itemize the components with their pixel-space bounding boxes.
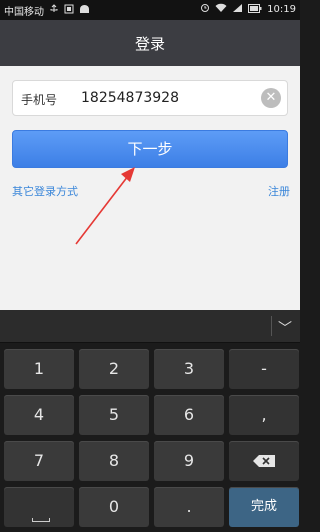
key-9[interactable]: 9: [154, 441, 224, 481]
alarm-icon: [200, 3, 210, 16]
status-bar: 中国移动 10:19: [0, 0, 300, 20]
key-4[interactable]: 4: [4, 395, 74, 435]
backspace-key[interactable]: [229, 441, 299, 481]
key-5[interactable]: 5: [79, 395, 149, 435]
toolbar-divider: [271, 316, 272, 336]
login-panel: 手机号 18254873928 ✕ 下一步 其它登录方式 注册: [0, 66, 300, 310]
signal-icon: [232, 3, 243, 16]
keyboard-toolbar: ﹀: [0, 310, 300, 343]
done-key[interactable]: 完成: [229, 487, 299, 527]
key-dot[interactable]: .: [154, 487, 224, 527]
key-0[interactable]: 0: [79, 487, 149, 527]
key-1[interactable]: 1: [4, 349, 74, 389]
usb-icon: [49, 4, 59, 17]
space-icon: [32, 518, 50, 522]
key-minus[interactable]: -: [229, 349, 299, 389]
key-7[interactable]: 7: [4, 441, 74, 481]
backspace-icon: [253, 455, 275, 467]
battery-icon: [248, 3, 262, 16]
annotation-arrow: [75, 167, 135, 245]
carrier-name: 中国移动: [4, 7, 44, 18]
space-key[interactable]: [4, 487, 74, 527]
message-icon: [64, 4, 74, 17]
key-comma[interactable]: ,: [229, 395, 299, 435]
key-3[interactable]: 3: [154, 349, 224, 389]
clock: 10:19: [267, 4, 296, 15]
android-icon: [79, 4, 90, 17]
app-header: 登录: [0, 20, 300, 66]
numeric-keyboard: 1 2 3 - 4 5 6 , 7 8 9 0 . 完成: [0, 343, 300, 532]
key-6[interactable]: 6: [154, 395, 224, 435]
key-8[interactable]: 8: [79, 441, 149, 481]
page-title: 登录: [134, 35, 165, 53]
key-2[interactable]: 2: [79, 349, 149, 389]
wifi-icon: [215, 3, 227, 16]
hide-keyboard-icon[interactable]: ﹀: [278, 318, 292, 338]
